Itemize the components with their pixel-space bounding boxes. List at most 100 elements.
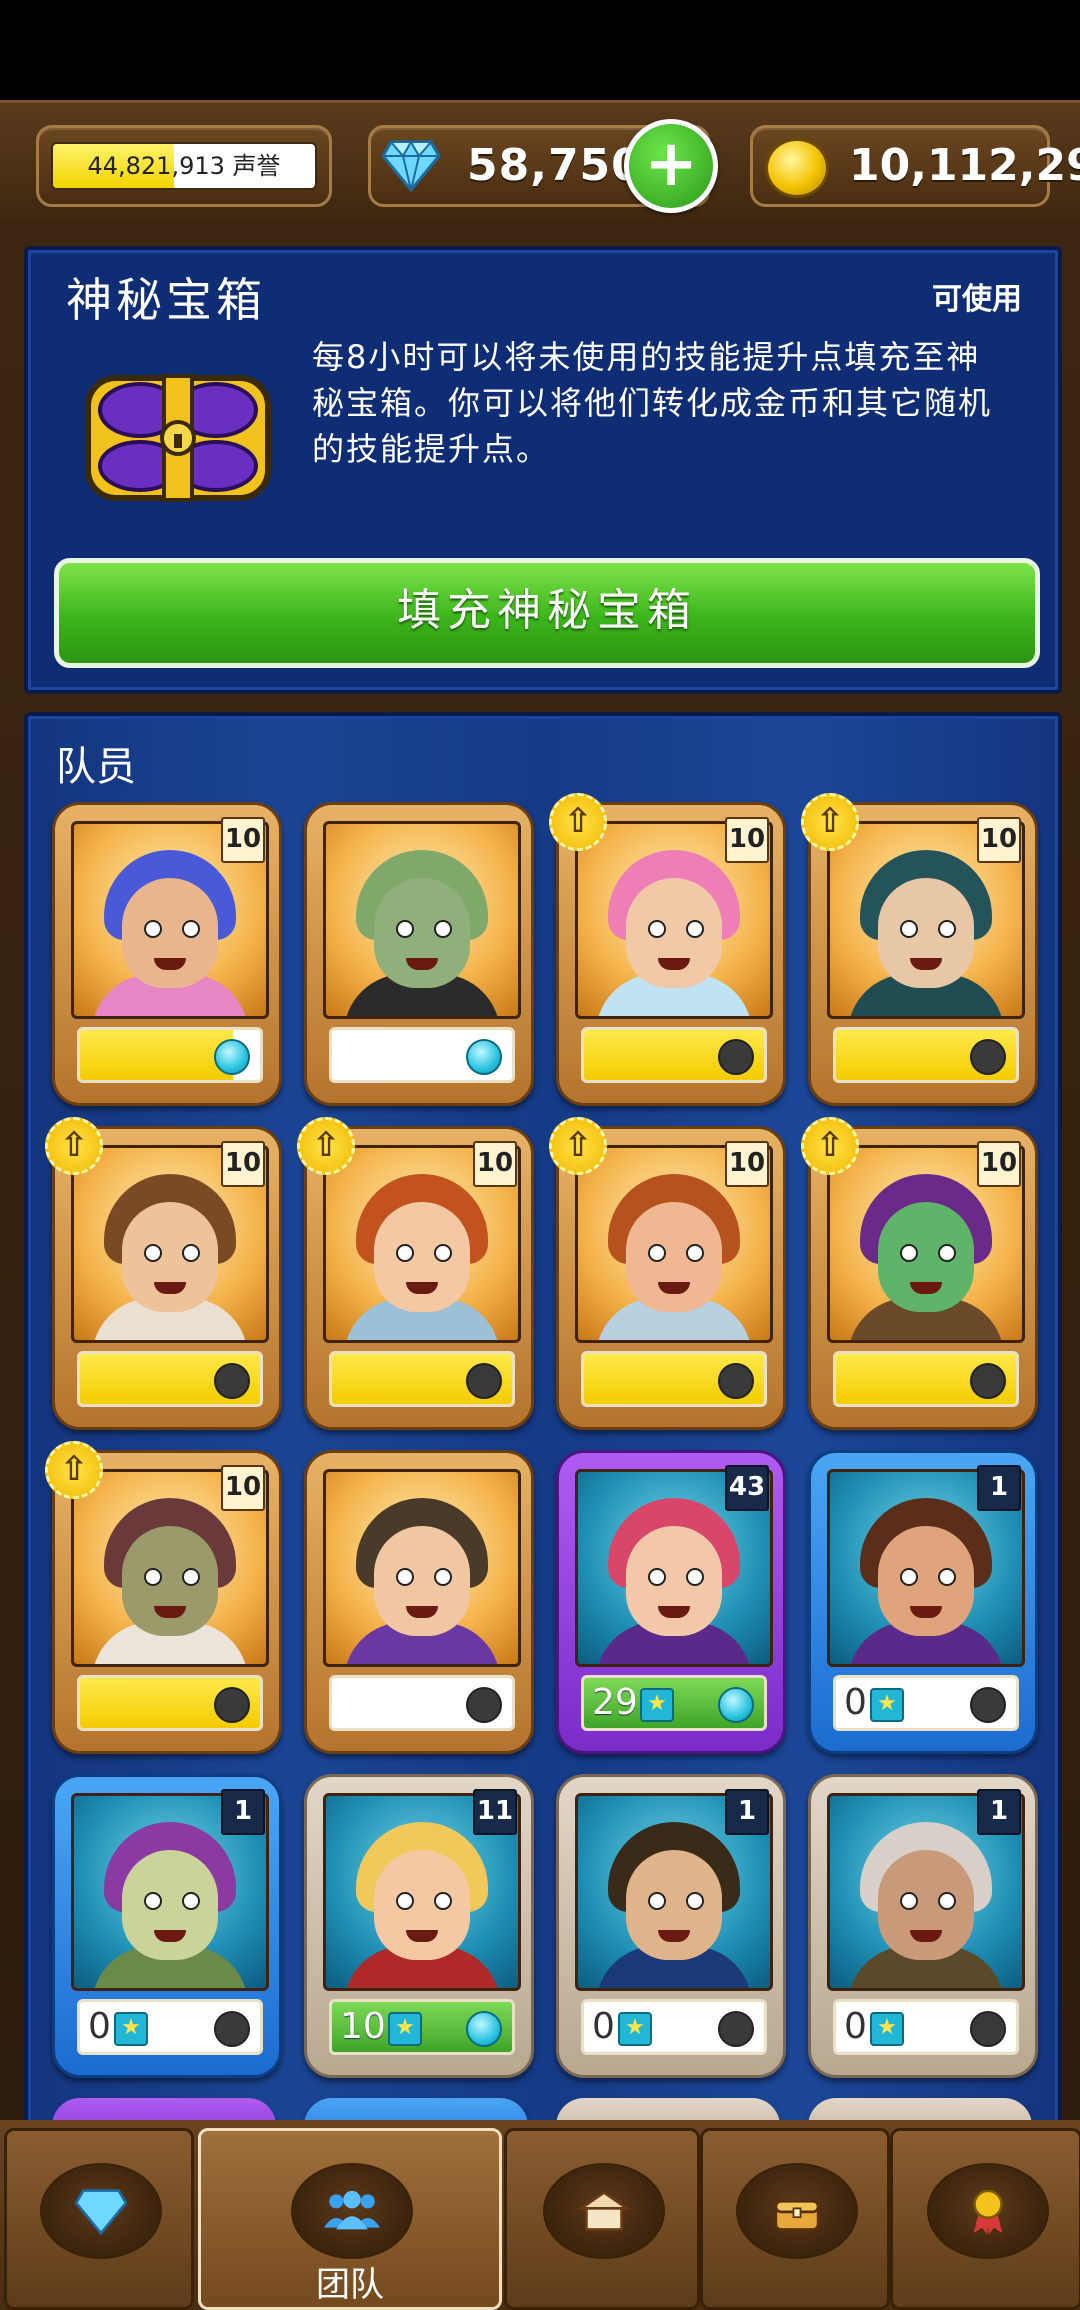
- nav-achievements-button[interactable]: [890, 2128, 1080, 2310]
- hero-eye: [144, 920, 162, 938]
- nav-buildings-button[interactable]: [504, 2128, 700, 2310]
- hero-card[interactable]: 10 ⇧: [549, 1117, 786, 1430]
- hero-eye: [434, 1244, 452, 1262]
- hero-card[interactable]: [304, 1450, 534, 1754]
- nav-team-label: 团队: [316, 2265, 384, 2305]
- hero-star-count: 10: [340, 2006, 386, 2047]
- hero-eye: [900, 1244, 918, 1262]
- hero-card[interactable]: 10 ⇧: [45, 1117, 282, 1430]
- gem-count: 58,750: [467, 140, 643, 191]
- hero-level-badge: 1: [977, 1465, 1021, 1511]
- hero-eye: [686, 1892, 704, 1910]
- hero-progress-bar: [833, 1351, 1019, 1407]
- gem-icon: [40, 2163, 162, 2259]
- hero-face: [626, 1526, 722, 1636]
- hero-eye: [144, 1244, 162, 1262]
- hero-card[interactable]: 10 ⇧: [45, 1441, 282, 1754]
- hero-portrait: [323, 821, 521, 1019]
- hero-eye: [182, 1244, 200, 1262]
- status-dot-icon: [970, 1039, 1006, 1075]
- upgrade-arrow-icon[interactable]: ⇧: [549, 793, 607, 851]
- hero-level-badge: 1: [725, 1789, 769, 1835]
- hero-eye: [144, 1892, 162, 1910]
- hero-star-count: 0: [844, 2006, 867, 2047]
- status-dot-icon: [214, 1687, 250, 1723]
- team-icon: [291, 2163, 413, 2259]
- hero-progress-bar: [77, 1027, 263, 1083]
- hero-face: [122, 1850, 218, 1960]
- hero-card[interactable]: 10 ⇧: [549, 793, 786, 1106]
- hero-star-count: 0: [844, 1682, 867, 1723]
- hero-eye: [938, 1244, 956, 1262]
- hero-eye: [396, 1892, 414, 1910]
- add-gems-button[interactable]: +: [624, 119, 718, 213]
- nav-team-button[interactable]: 团队: [198, 2128, 502, 2310]
- hero-progress-bar: 0 ★: [833, 1675, 1019, 1731]
- hero-card[interactable]: [304, 802, 534, 1106]
- hero-level-badge: 10: [977, 1141, 1021, 1187]
- hero-star-count: 29: [592, 1682, 638, 1723]
- hero-eye: [648, 1568, 666, 1586]
- hero-eye: [938, 1568, 956, 1586]
- upgrade-arrow-icon[interactable]: ⇧: [549, 1117, 607, 1175]
- nav-chest-button[interactable]: [700, 2128, 890, 2310]
- hero-card[interactable]: 1 0 ★: [808, 1450, 1038, 1754]
- hero-eye: [900, 1892, 918, 1910]
- hero-card[interactable]: 43 29 ★: [556, 1450, 786, 1754]
- hero-card[interactable]: 1 0 ★: [52, 1774, 282, 2078]
- hero-face: [374, 878, 470, 988]
- hero-eye: [648, 920, 666, 938]
- fame-text: 44,821,913 声誉: [53, 144, 315, 188]
- coin-icon: [765, 138, 829, 198]
- hero-card[interactable]: 1 0 ★: [556, 1774, 786, 2078]
- hero-level-badge: 10: [221, 1141, 265, 1187]
- hero-progress-bar: [77, 1675, 263, 1731]
- gold-counter[interactable]: 10,112,299: [750, 125, 1080, 207]
- hero-progress-bar: [329, 1351, 515, 1407]
- hero-card[interactable]: 11 10 ★: [304, 1774, 534, 2078]
- status-dot-icon: [214, 2011, 250, 2047]
- hero-card[interactable]: 1 0 ★: [808, 1774, 1038, 2078]
- hero-eye: [396, 1568, 414, 1586]
- hero-level-badge: 10: [725, 817, 769, 863]
- fame-meter[interactable]: 44,821,913 声誉: [36, 125, 332, 207]
- hero-card[interactable]: 10: [52, 802, 282, 1106]
- fill-chest-button[interactable]: 填充神秘宝箱: [54, 558, 1040, 668]
- hero-face: [878, 1526, 974, 1636]
- fame-progress-bar: 44,821,913 声誉: [51, 142, 317, 190]
- hero-face: [374, 1850, 470, 1960]
- hero-progress-bar: [581, 1027, 767, 1083]
- hero-card[interactable]: 10 ⇧: [801, 1117, 1038, 1430]
- upgrade-arrow-icon[interactable]: ⇧: [801, 793, 859, 851]
- hero-progress-bar: 0 ★: [833, 1999, 1019, 2055]
- upgrade-arrow-icon[interactable]: ⇧: [297, 1117, 355, 1175]
- hero-card[interactable]: 10 ⇧: [297, 1117, 534, 1430]
- upgrade-arrow-icon[interactable]: ⇧: [801, 1117, 859, 1175]
- hero-face: [626, 878, 722, 988]
- hero-eye: [686, 1244, 704, 1262]
- star-icon: ★: [870, 1688, 904, 1722]
- hero-progress-bar: [833, 1027, 1019, 1083]
- chest-status: 可使用: [932, 282, 1022, 317]
- hero-face: [122, 1202, 218, 1312]
- hero-card[interactable]: 10 ⇧: [801, 793, 1038, 1106]
- hero-face: [374, 1202, 470, 1312]
- fame-label: 声誉: [232, 152, 281, 180]
- upgrade-arrow-icon[interactable]: ⇧: [45, 1117, 103, 1175]
- chest-title: 神秘宝箱: [66, 273, 266, 327]
- hero-eye: [938, 1892, 956, 1910]
- star-icon: ★: [114, 2012, 148, 2046]
- hero-level-badge: 43: [725, 1465, 769, 1511]
- status-dot-icon: [466, 1687, 502, 1723]
- buildings-icon: [543, 2163, 665, 2259]
- upgrade-arrow-icon[interactable]: ⇧: [45, 1441, 103, 1499]
- hero-face: [122, 1526, 218, 1636]
- hero-eye: [900, 1568, 918, 1586]
- hero-eye: [648, 1244, 666, 1262]
- nav-gems-button[interactable]: [4, 2128, 194, 2310]
- status-dot-icon: [214, 1039, 250, 1075]
- hero-progress-bar: 0 ★: [77, 1999, 263, 2055]
- mystery-chest-icon: [85, 374, 271, 502]
- hero-progress-bar: [77, 1351, 263, 1407]
- hero-eye: [434, 920, 452, 938]
